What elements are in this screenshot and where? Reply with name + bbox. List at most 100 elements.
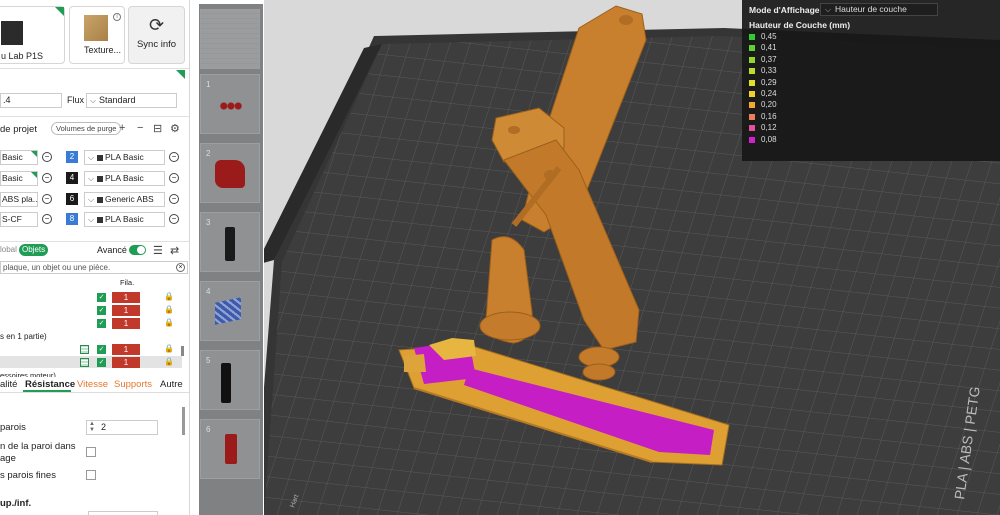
remove-filament-icon[interactable]: − xyxy=(169,214,179,224)
tab-strength[interactable]: Résistance xyxy=(25,379,75,390)
filament-label: S-CF xyxy=(2,214,22,224)
plate-thumbnail[interactable]: 6 xyxy=(200,419,260,479)
filament-select[interactable]: Basic xyxy=(0,150,38,165)
filament-brand-icon xyxy=(97,154,103,161)
object-row[interactable]: ✓ 1 🔒 xyxy=(0,291,182,303)
list-icon[interactable]: ☰ xyxy=(153,244,163,257)
object-row[interactable]: ✓ 1 🔒 xyxy=(0,356,182,368)
filament-index[interactable]: 1 xyxy=(112,357,140,368)
legend-swatch xyxy=(749,113,755,120)
remove-filament-icon[interactable]: − xyxy=(42,194,52,204)
tab-supports[interactable]: Supports xyxy=(114,379,152,390)
remove-filament-icon[interactable]: − xyxy=(42,214,52,224)
advanced-toggle[interactable] xyxy=(129,245,146,255)
plate-number: 3 xyxy=(206,218,211,227)
filament-select[interactable]: ABS pla... xyxy=(0,192,38,207)
stepper-icon[interactable]: ▲ ▼ xyxy=(89,421,95,433)
plate-number: 6 xyxy=(206,425,211,434)
sync-ams-icon[interactable]: ⊟ xyxy=(153,122,162,135)
legend-value: 0,08 xyxy=(761,134,777,144)
objects-tab[interactable]: Objets xyxy=(19,244,49,256)
filament-index[interactable]: 1 xyxy=(112,292,140,303)
remove-icon[interactable]: − xyxy=(137,122,143,134)
view-mode-value: Hauteur de couche xyxy=(835,4,907,14)
wall-order-label-line2: age xyxy=(0,453,16,464)
lock-icon[interactable]: 🔒 xyxy=(164,292,174,301)
chevron-down-icon: ⌵ xyxy=(90,96,97,105)
legend-swatch xyxy=(749,79,755,86)
scrollbar[interactable] xyxy=(182,407,185,435)
plate-thumbnail[interactable]: 2 xyxy=(200,143,260,203)
info-icon[interactable]: i xyxy=(113,13,121,21)
sync-info-label: Sync info xyxy=(136,39,177,50)
sync-info-button[interactable]: ⟳ Sync info xyxy=(128,6,185,64)
plate-thumbnail[interactable]: 4 xyxy=(200,281,260,341)
remove-filament-icon[interactable]: − xyxy=(42,152,52,162)
lock-icon[interactable]: 🔒 xyxy=(164,318,174,327)
checkbox[interactable]: ✓ xyxy=(97,345,106,354)
filament-select[interactable]: ⌵ PLA Basic xyxy=(84,150,165,165)
filament-column-header: Fila. xyxy=(120,278,135,287)
plate-thumbnail[interactable]: 5 xyxy=(200,350,260,410)
flux-select[interactable]: ⌵ Standard xyxy=(86,93,177,108)
lock-icon[interactable]: 🔒 xyxy=(164,305,174,314)
plate-type-selector[interactable]: i Texture... xyxy=(69,6,125,64)
wall-loops-value: 2 xyxy=(101,422,107,432)
checkbox[interactable]: ✓ xyxy=(97,306,106,315)
plate-thumbnail-current[interactable] xyxy=(200,9,260,69)
global-tab[interactable]: lobal xyxy=(0,245,17,254)
filament-select[interactable]: ⌵ PLA Basic xyxy=(84,212,165,227)
filament-select[interactable]: ⌵ PLA Basic xyxy=(84,171,165,186)
tab-quality[interactable]: alité xyxy=(0,379,17,390)
nozzle-diameter-field[interactable]: .4 xyxy=(0,93,62,108)
object-row[interactable]: ✓ 1 🔒 xyxy=(0,317,182,329)
checkbox[interactable]: ✓ xyxy=(97,358,106,367)
checkbox[interactable]: ✓ xyxy=(97,293,106,302)
wall-order-checkbox[interactable] xyxy=(86,447,96,457)
plate-thumbnail[interactable]: 1 xyxy=(200,74,260,134)
view-mode-select[interactable]: ⌵ Hauteur de couche xyxy=(820,3,938,16)
filament-select[interactable]: ⌵ Generic ABS xyxy=(84,192,165,207)
object-parts-label: s en 1 partie) xyxy=(0,332,47,341)
lock-icon[interactable]: 🔒 xyxy=(164,357,174,366)
printer-selector[interactable]: u Lab P1S xyxy=(0,6,65,64)
filament-index[interactable]: 1 xyxy=(112,344,140,355)
filament-index[interactable]: 1 xyxy=(112,318,140,329)
filament-row: S-CF − 8 ⌵ PLA Basic − xyxy=(0,212,189,228)
object-row[interactable]: ✓ 1 🔒 xyxy=(0,304,182,316)
scrollbar[interactable] xyxy=(181,346,184,356)
status-flag xyxy=(176,70,185,79)
object-search-input[interactable]: plaque, un objet ou une pièce. × xyxy=(0,261,188,274)
close-icon[interactable]: × xyxy=(176,263,185,272)
filament-row: ABS pla... −6 ⌵ Generic ABS − xyxy=(0,192,189,208)
object-row[interactable]: ✓ 1 🔒 xyxy=(0,343,182,355)
gear-icon[interactable]: ⚙ xyxy=(170,122,180,135)
plate-number: 4 xyxy=(206,287,211,296)
remove-filament-icon[interactable]: − xyxy=(42,173,52,183)
top-layers-input[interactable] xyxy=(88,511,158,515)
tab-other[interactable]: Autre xyxy=(160,379,183,390)
tab-speed[interactable]: Vitesse xyxy=(77,379,108,390)
settings-tabs: alité Résistance Vitesse Supports Autre xyxy=(0,377,189,393)
wall-loops-input[interactable]: ▲ ▼ 2 xyxy=(86,420,158,435)
purge-volumes-button[interactable]: Volumes de purge xyxy=(51,122,122,135)
checkbox[interactable]: ✓ xyxy=(97,319,106,328)
remove-filament-icon[interactable]: − xyxy=(169,194,179,204)
plate-thumbnail[interactable]: 3 xyxy=(200,212,260,272)
filament-select[interactable]: Basic xyxy=(0,171,38,186)
plate-type-label: Texture... xyxy=(84,45,122,55)
thin-walls-checkbox[interactable] xyxy=(86,470,96,480)
divider xyxy=(0,116,189,117)
filament-index[interactable]: 1 xyxy=(112,305,140,316)
remove-filament-icon[interactable]: − xyxy=(169,152,179,162)
legend-value: 0,24 xyxy=(761,89,777,98)
legend-value: 0,45 xyxy=(761,32,777,41)
remove-filament-icon[interactable]: − xyxy=(169,173,179,183)
add-icon[interactable]: + xyxy=(119,122,125,134)
lock-icon[interactable]: 🔒 xyxy=(164,344,174,353)
filament-select[interactable]: S-CF xyxy=(0,212,38,227)
compare-icon[interactable]: ⇄ xyxy=(170,244,179,257)
printer-name: u Lab P1S xyxy=(1,51,44,61)
filament-number-badge: 2 xyxy=(66,151,78,163)
object-list: Fila. ✓ 1 🔒 ✓ 1 🔒 ✓ 1 🔒 ✓ 1 🔒 ✓ 1 🔒 s en 1 partie) ess… xyxy=(0,276,188,380)
